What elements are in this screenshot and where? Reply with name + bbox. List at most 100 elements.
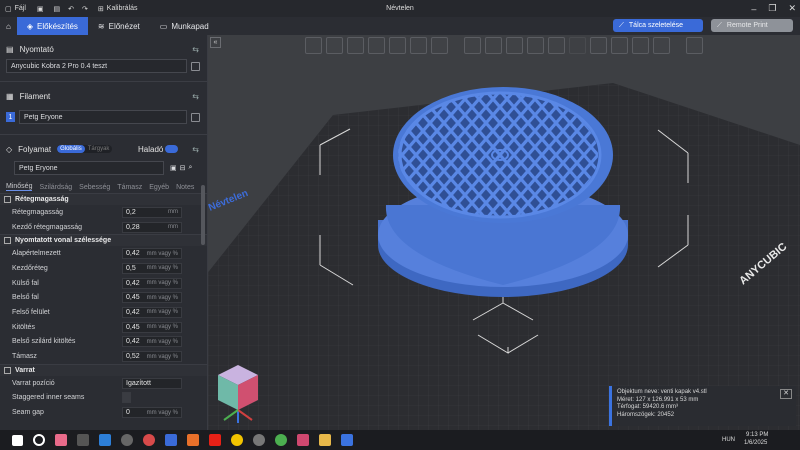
slice-plate-button[interactable]: ⟋ Tálca szeletelése xyxy=(613,19,703,32)
tab-preview[interactable]: ≋ Előnézet xyxy=(88,17,150,35)
search-icon[interactable]: ⌕ xyxy=(189,164,193,172)
subtab-support[interactable]: Támasz xyxy=(117,184,142,191)
seam-paint-icon[interactable] xyxy=(611,37,628,54)
setting-input[interactable]: 0,28 mm xyxy=(122,221,182,233)
settings-icon[interactable]: ⇆ xyxy=(192,45,199,54)
setting-input[interactable]: 0,42 mm vagy % xyxy=(122,336,182,348)
global-objects-toggle[interactable]: Globális Tárgyak xyxy=(57,145,113,153)
windows-start-icon[interactable] xyxy=(12,434,23,446)
advanced-toggle[interactable] xyxy=(165,145,178,153)
printer-select[interactable]: Anycubic Kobra 2 Pro 0.4 teszt xyxy=(6,59,200,73)
lay-on-face-icon[interactable] xyxy=(527,37,544,54)
process-subtabs: Minőség Szilárdság Sebesség Támasz Egyéb… xyxy=(0,181,207,193)
process-preset-select[interactable]: Petg Eryone xyxy=(14,161,164,175)
subtab-quality[interactable]: Minőség xyxy=(6,183,33,191)
setting-row: Seam gap 0 mm vagy % xyxy=(0,405,207,420)
add-object-icon[interactable] xyxy=(305,37,322,54)
edit-icon[interactable] xyxy=(191,62,200,71)
setting-unit: mm vagy % xyxy=(146,250,178,257)
setting-row: Rétegmagasság 0,2 mm xyxy=(0,205,207,220)
app-icon-red[interactable] xyxy=(143,434,155,446)
app-store-icon[interactable] xyxy=(99,434,111,446)
chrome-profile-icon[interactable] xyxy=(275,434,287,446)
setting-input[interactable] xyxy=(122,392,131,404)
compare-icon[interactable]: ⊟ xyxy=(180,164,186,172)
filament-section: ▦ Filament ⇆ xyxy=(6,91,199,101)
setting-input[interactable]: 0 mm vagy % xyxy=(122,407,182,419)
search-icon[interactable] xyxy=(33,434,45,446)
group-layer-height: Rétegmagasság xyxy=(0,193,207,205)
setting-unit: mm vagy % xyxy=(146,409,178,416)
calibrate-menu[interactable]: ⊞ Kalibrálás xyxy=(93,5,143,13)
tab-workbench[interactable]: ▭ Munkapad xyxy=(150,17,219,35)
setting-input[interactable]: 0,42 mm vagy % xyxy=(122,248,182,260)
layer-height-icon xyxy=(4,196,11,203)
setting-unit: mm vagy % xyxy=(146,265,178,272)
minimize-icon[interactable]: – xyxy=(751,4,756,14)
layers-list-icon[interactable] xyxy=(431,37,448,54)
close-info-icon[interactable]: ✕ xyxy=(780,389,792,399)
subtab-other[interactable]: Egyéb xyxy=(149,184,169,191)
rotate-icon[interactable] xyxy=(485,37,502,54)
filament-edit-icon[interactable] xyxy=(191,113,200,122)
support-paint-icon[interactable] xyxy=(590,37,607,54)
move-icon[interactable] xyxy=(464,37,481,54)
cut-icon[interactable] xyxy=(548,37,565,54)
setting-input[interactable]: 0,45 mm vagy % xyxy=(122,292,182,304)
subtab-speed[interactable]: Sebesség xyxy=(79,184,110,191)
setting-input[interactable]: 0,42 mm vagy % xyxy=(122,306,182,318)
filament-settings-icon[interactable]: ⇆ xyxy=(192,92,199,101)
sidebar-scrollbar[interactable] xyxy=(201,185,205,245)
setting-input[interactable]: 0,5 mm vagy % xyxy=(122,262,182,274)
setting-input[interactable]: 0,2 mm xyxy=(122,206,182,218)
maximize-icon[interactable]: ❐ xyxy=(768,3,776,14)
settings-gear-icon[interactable] xyxy=(121,434,133,446)
setting-input[interactable]: 0,52 mm vagy % xyxy=(122,351,182,363)
save-preset-icon[interactable]: ▣ xyxy=(170,164,177,172)
view-icon[interactable] xyxy=(686,37,703,54)
text-icon[interactable] xyxy=(632,37,649,54)
arrange-icon[interactable] xyxy=(389,37,406,54)
fusion-icon[interactable] xyxy=(187,434,199,446)
remote-print-button[interactable]: ⟋ Remote Print xyxy=(711,19,793,32)
measure-icon[interactable] xyxy=(653,37,670,54)
redo-icon[interactable]: ↷ xyxy=(82,5,88,13)
youtube-icon[interactable] xyxy=(209,434,221,446)
undo-icon[interactable]: ↶ xyxy=(68,5,74,13)
setting-value: 0,45 xyxy=(126,294,140,302)
chrome-icon[interactable] xyxy=(231,434,243,446)
mesh-boolean-icon[interactable] xyxy=(569,37,586,54)
setting-input[interactable]: 0,42 mm vagy % xyxy=(122,277,182,289)
tab-prepare[interactable]: ◈ Előkészítés xyxy=(16,17,88,35)
save-icon[interactable]: ▣ xyxy=(37,5,44,13)
subtab-strength[interactable]: Szilárdság xyxy=(39,184,72,191)
setting-unit: mm vagy % xyxy=(146,324,178,331)
process-settings-icon[interactable]: ⇆ xyxy=(192,145,199,154)
setting-input[interactable]: 0,45 mm vagy % xyxy=(122,321,182,333)
collapse-sidebar-icon[interactable]: « xyxy=(210,37,221,48)
orient-icon[interactable] xyxy=(410,37,427,54)
plate-icon[interactable] xyxy=(347,37,364,54)
language-indicator[interactable]: HUN xyxy=(722,437,735,443)
3d-viewport[interactable]: Névtelen ANYCUBIC xyxy=(208,35,800,430)
image-icon[interactable] xyxy=(368,37,385,54)
file-menu[interactable]: ▢ Fájl ▣ xyxy=(0,5,49,13)
filament-select[interactable]: Petg Eryone xyxy=(19,110,200,124)
home-icon[interactable]: ⌂ xyxy=(0,17,17,35)
close-icon[interactable]: ✕ xyxy=(788,3,796,14)
subtab-notes[interactable]: Notes xyxy=(176,184,194,191)
grid-icon[interactable] xyxy=(326,37,343,54)
widgets-icon[interactable] xyxy=(77,434,89,446)
setting-input[interactable]: Igazított xyxy=(122,377,182,389)
copilot-icon[interactable] xyxy=(55,434,67,446)
scale-icon[interactable] xyxy=(506,37,523,54)
gear-icon[interactable] xyxy=(253,434,265,446)
setting-value: 0,42 xyxy=(126,338,140,346)
file-explorer-icon[interactable] xyxy=(319,434,331,446)
disk-icon[interactable]: ▤ xyxy=(54,5,61,13)
app-grid-icon[interactable] xyxy=(297,434,309,446)
build-plate-scene[interactable]: Névtelen ANYCUBIC xyxy=(208,35,800,430)
app-icon-blue[interactable] xyxy=(165,434,177,446)
setting-value: 0,42 xyxy=(126,308,140,316)
slicer-app-icon[interactable] xyxy=(341,434,353,446)
